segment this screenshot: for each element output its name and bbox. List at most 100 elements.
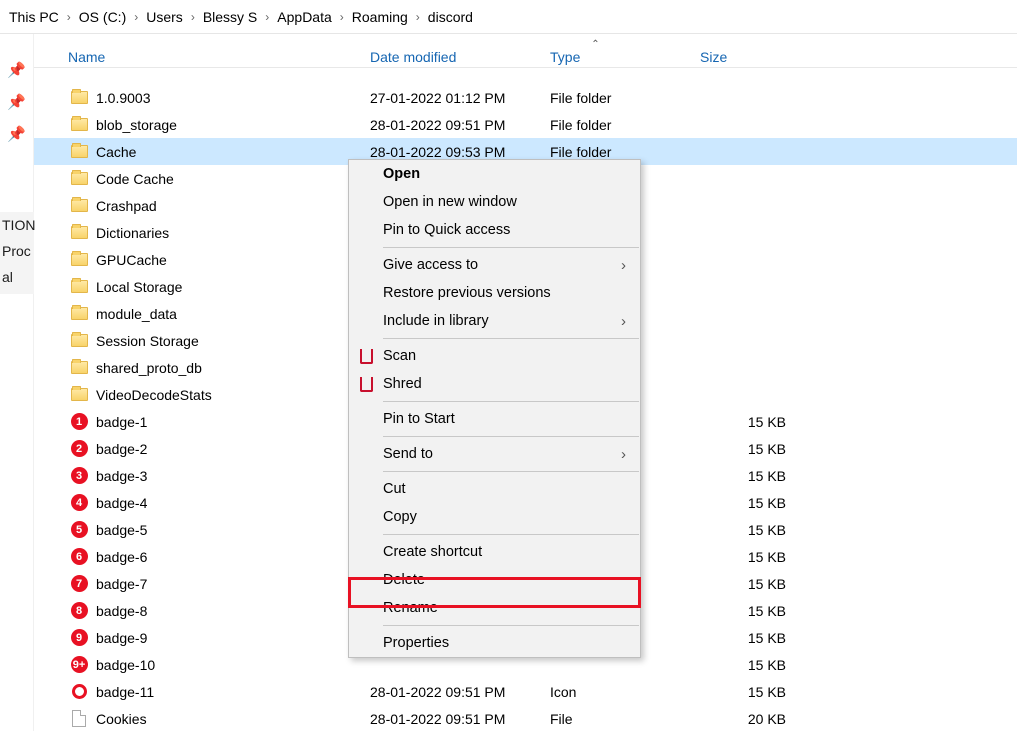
file-name: badge-1 — [90, 414, 370, 430]
menu-separator — [383, 338, 639, 339]
badge-icon: 7 — [71, 575, 88, 592]
folder-icon — [71, 280, 88, 293]
breadcrumb[interactable]: This PC›OS (C:)›Users›Blessy S›AppData›R… — [0, 0, 1017, 34]
pin-icon[interactable]: 📌 — [5, 58, 29, 82]
file-size: 15 KB — [700, 495, 810, 511]
menu-item-pin-to-quick-access[interactable]: Pin to Quick access — [349, 216, 640, 244]
chevron-right-icon: › — [258, 10, 276, 24]
menu-label: Open in new window — [383, 194, 517, 210]
menu-separator — [383, 247, 639, 248]
mcafee-icon — [360, 349, 373, 364]
header-size[interactable]: Size — [700, 49, 810, 65]
file-name: shared_proto_db — [90, 360, 370, 376]
menu-separator — [383, 401, 639, 402]
folder-icon — [71, 145, 88, 158]
menu-separator — [383, 534, 639, 535]
menu-item-restore-previous-versions[interactable]: Restore previous versions — [349, 279, 640, 307]
menu-item-open[interactable]: Open — [349, 160, 640, 188]
file-name: Cookies — [90, 711, 370, 727]
file-type: File — [550, 711, 700, 727]
file-name: Local Storage — [90, 279, 370, 295]
folder-icon — [71, 334, 88, 347]
chevron-right-icon: › — [621, 446, 626, 463]
file-name: badge-4 — [90, 495, 370, 511]
file-size: 15 KB — [700, 630, 810, 646]
menu-item-delete[interactable]: Delete — [349, 566, 640, 594]
file-size: 15 KB — [700, 549, 810, 565]
chevron-right-icon: › — [184, 10, 202, 24]
menu-label: Properties — [383, 635, 449, 651]
badge-icon: 4 — [71, 494, 88, 511]
breadcrumb-item[interactable]: This PC — [8, 9, 60, 25]
file-name: badge-7 — [90, 576, 370, 592]
menu-label: Copy — [383, 509, 417, 525]
menu-label: Create shortcut — [383, 544, 482, 560]
file-type: Icon — [550, 684, 700, 700]
menu-label: Delete — [383, 572, 425, 588]
file-name: badge-10 — [90, 657, 370, 673]
file-row[interactable]: 1.0.900327-01-2022 01:12 PMFile folder — [34, 84, 1017, 111]
badge-icon: 8 — [71, 602, 88, 619]
badge-icon: 9 — [71, 629, 88, 646]
breadcrumb-item[interactable]: AppData — [276, 9, 332, 25]
folder-icon — [71, 172, 88, 185]
menu-item-pin-to-start[interactable]: Pin to Start — [349, 405, 640, 433]
pin-icon[interactable]: 📌 — [5, 90, 29, 114]
menu-item-shred[interactable]: Shred — [349, 370, 640, 398]
ring-icon — [72, 684, 87, 699]
badge-icon: 2 — [71, 440, 88, 457]
file-date: 28-01-2022 09:53 PM — [370, 144, 550, 160]
file-row[interactable]: badge-1128-01-2022 09:51 PMIcon15 KB — [34, 678, 1017, 705]
chevron-right-icon: › — [333, 10, 351, 24]
menu-item-give-access-to[interactable]: Give access to› — [349, 251, 640, 279]
file-size: 15 KB — [700, 576, 810, 592]
breadcrumb-item[interactable]: Blessy S — [202, 9, 258, 25]
file-date: 27-01-2022 01:12 PM — [370, 90, 550, 106]
menu-item-open-in-new-window[interactable]: Open in new window — [349, 188, 640, 216]
menu-label: Scan — [383, 348, 416, 364]
folder-icon — [71, 226, 88, 239]
menu-item-scan[interactable]: Scan — [349, 342, 640, 370]
mcafee-icon — [360, 377, 373, 392]
file-name: Crashpad — [90, 198, 370, 214]
file-name: badge-6 — [90, 549, 370, 565]
folder-icon — [71, 91, 88, 104]
menu-separator — [383, 436, 639, 437]
file-name: VideoDecodeStats — [90, 387, 370, 403]
file-row[interactable]: blob_storage28-01-2022 09:51 PMFile fold… — [34, 111, 1017, 138]
file-size: 15 KB — [700, 414, 810, 430]
file-name: Cache — [90, 144, 370, 160]
breadcrumb-item[interactable]: discord — [427, 9, 474, 25]
menu-item-create-shortcut[interactable]: Create shortcut — [349, 538, 640, 566]
badge-icon: 5 — [71, 521, 88, 538]
menu-item-copy[interactable]: Copy — [349, 503, 640, 531]
chevron-right-icon: › — [621, 257, 626, 274]
menu-separator — [383, 471, 639, 472]
menu-label: Pin to Quick access — [383, 222, 510, 238]
file-name: badge-3 — [90, 468, 370, 484]
file-size: 15 KB — [700, 441, 810, 457]
chevron-right-icon: › — [60, 10, 78, 24]
menu-item-properties[interactable]: Properties — [349, 629, 640, 657]
file-row[interactable]: Cookies28-01-2022 09:51 PMFile20 KB — [34, 705, 1017, 732]
menu-label: Cut — [383, 481, 406, 497]
breadcrumb-item[interactable]: OS (C:) — [78, 9, 127, 25]
menu-item-send-to[interactable]: Send to› — [349, 440, 640, 468]
menu-item-include-in-library[interactable]: Include in library› — [349, 307, 640, 335]
header-name[interactable]: Name — [34, 49, 370, 65]
pin-icon[interactable]: 📌 — [5, 122, 29, 146]
header-type[interactable]: Type — [550, 49, 700, 65]
breadcrumb-item[interactable]: Roaming — [351, 9, 409, 25]
menu-item-cut[interactable]: Cut — [349, 475, 640, 503]
file-date: 28-01-2022 09:51 PM — [370, 711, 550, 727]
menu-item-rename[interactable]: Rename — [349, 594, 640, 622]
column-headers: Name Date modified Type Size — [34, 34, 1017, 68]
file-date: 28-01-2022 09:51 PM — [370, 117, 550, 133]
file-name: badge-8 — [90, 603, 370, 619]
menu-label: Pin to Start — [383, 411, 455, 427]
context-menu[interactable]: Open Open in new window Pin to Quick acces… — [348, 159, 641, 658]
file-name: Session Storage — [90, 333, 370, 349]
file-size: 15 KB — [700, 522, 810, 538]
breadcrumb-item[interactable]: Users — [145, 9, 184, 25]
header-date[interactable]: Date modified — [370, 49, 550, 65]
